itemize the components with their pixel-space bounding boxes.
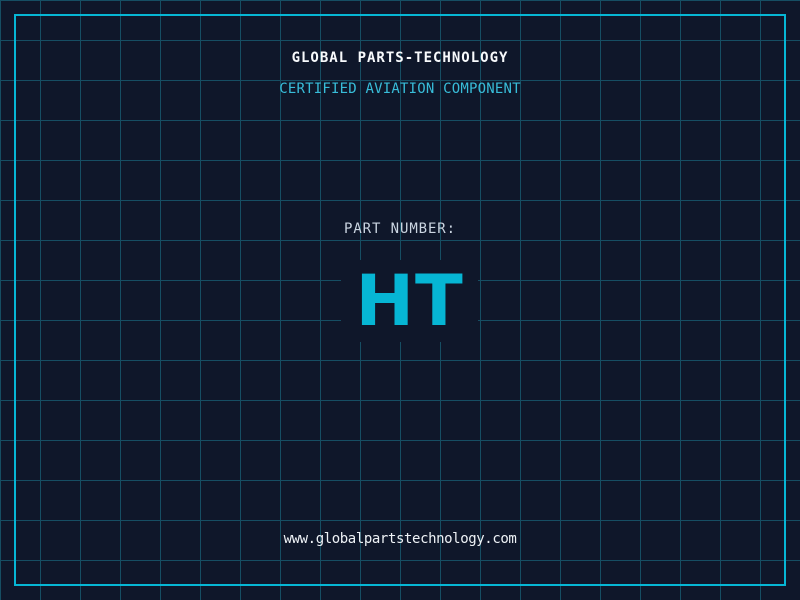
part-number-label: PART NUMBER: (344, 221, 456, 237)
part-number-value: HT (341, 260, 478, 342)
certification-subtitle: CERTIFIED AVIATION COMPONENT (279, 81, 521, 97)
part-number-row: HT (0, 260, 800, 342)
website-url: www.globalpartstechnology.com (283, 531, 517, 547)
company-title: GLOBAL PARTS-TECHNOLOGY (291, 50, 509, 66)
